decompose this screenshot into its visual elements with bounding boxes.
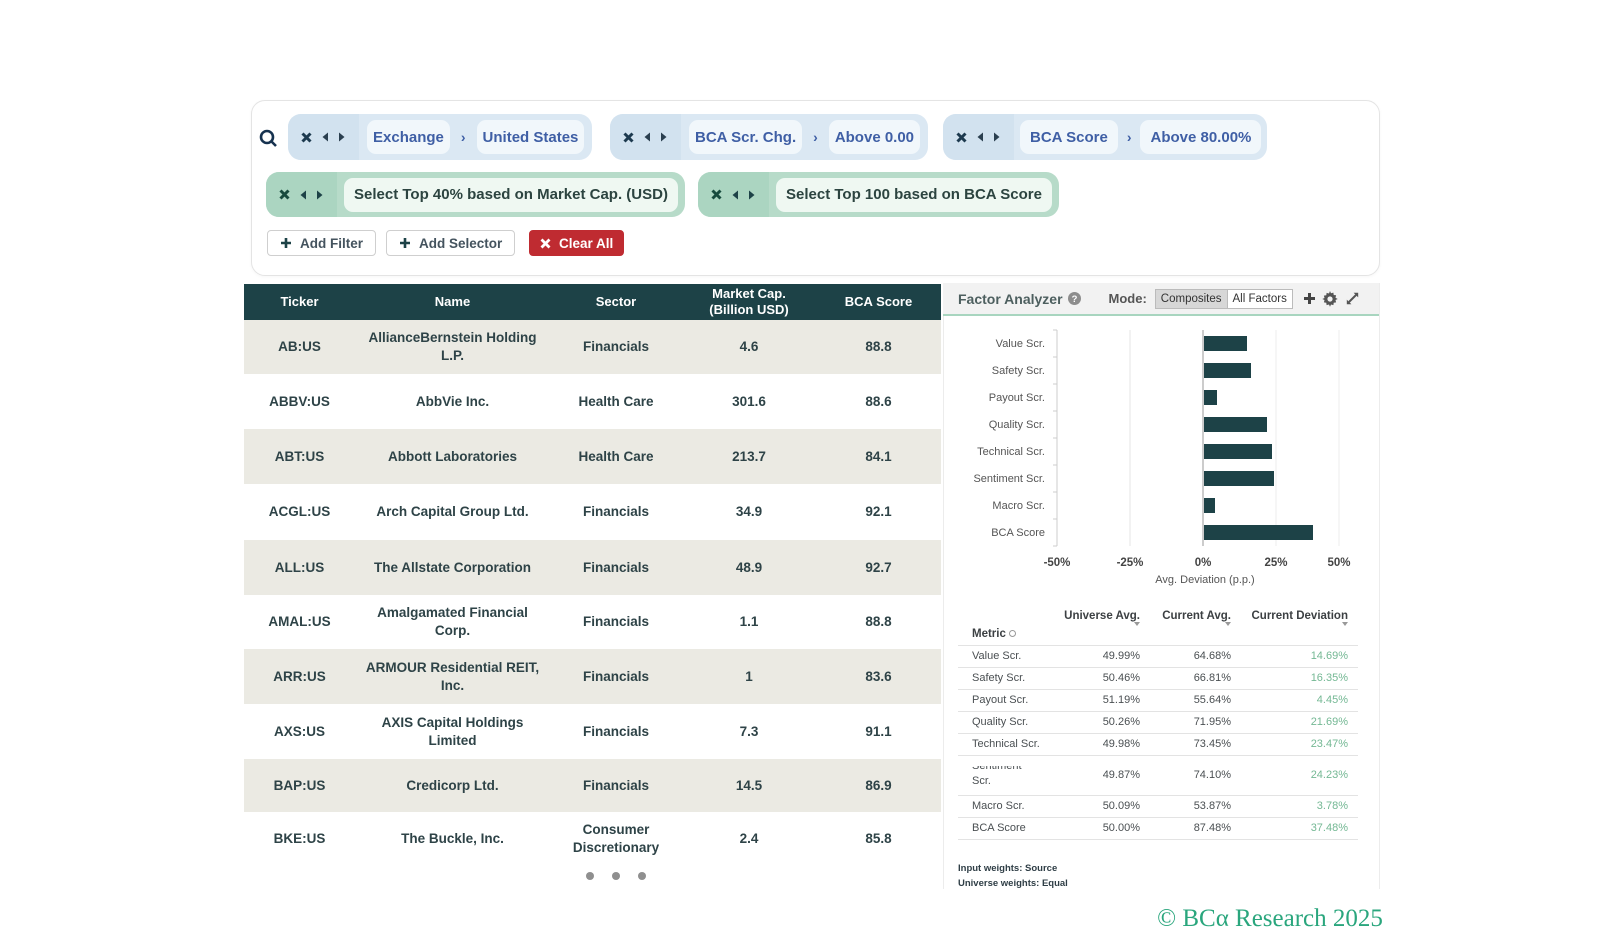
svg-text:50%: 50%: [1327, 557, 1350, 569]
svg-text:Safety Scr.: Safety Scr.: [992, 365, 1045, 377]
svg-text:Sentiment Scr.: Sentiment Scr.: [973, 473, 1045, 485]
svg-text:Payout Scr.: Payout Scr.: [989, 392, 1045, 404]
svg-text:-25%: -25%: [1117, 557, 1144, 569]
svg-text:Value Scr.: Value Scr.: [996, 338, 1045, 350]
svg-text:-50%: -50%: [1044, 557, 1071, 569]
svg-text:Macro Scr.: Macro Scr.: [992, 500, 1045, 512]
svg-text:BCA Score: BCA Score: [991, 527, 1045, 539]
svg-text:0%: 0%: [1195, 557, 1212, 569]
svg-text:Avg. Deviation (p.p.): Avg. Deviation (p.p.): [1155, 574, 1254, 586]
svg-text:Technical Scr.: Technical Scr.: [977, 446, 1045, 458]
svg-text:?: ?: [1071, 294, 1077, 305]
svg-text:Quality Scr.: Quality Scr.: [989, 419, 1045, 431]
svg-text:25%: 25%: [1264, 557, 1287, 569]
